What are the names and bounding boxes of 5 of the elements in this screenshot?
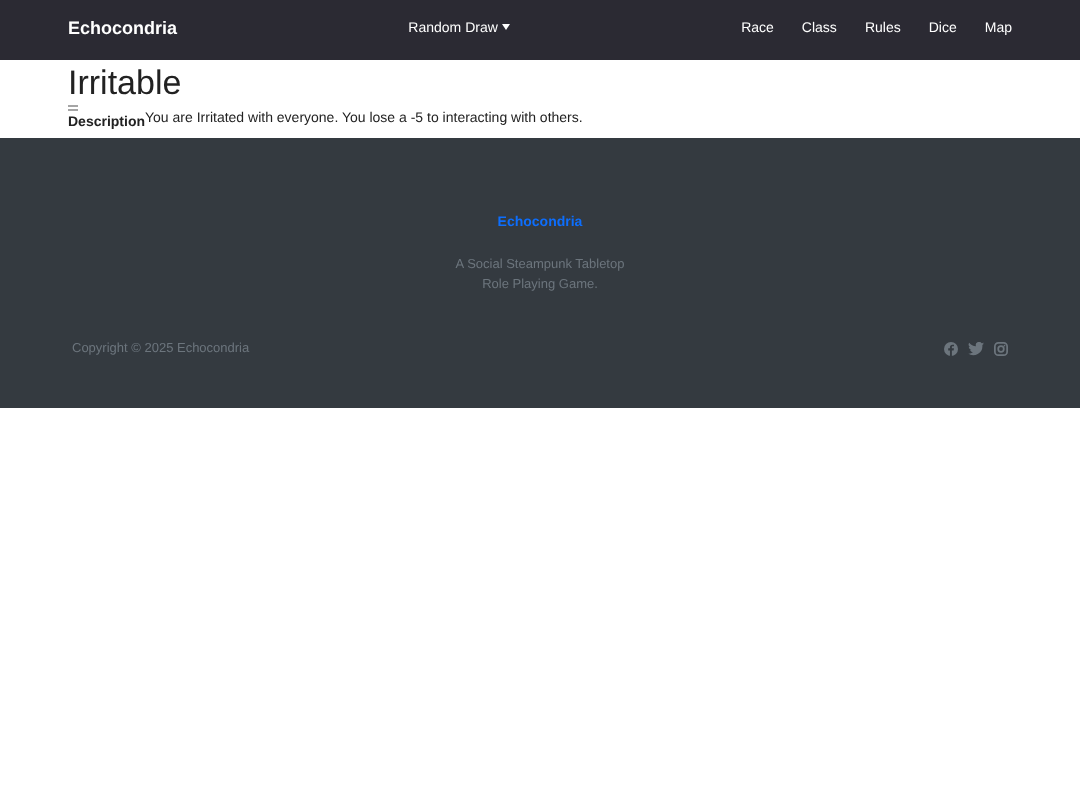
brand-link[interactable]: Echocondria xyxy=(68,16,178,44)
page-title: Irritable xyxy=(68,66,184,100)
facebook-icon[interactable] xyxy=(944,342,958,357)
twitter-icon[interactable] xyxy=(968,342,984,357)
instagram-icon[interactable] xyxy=(994,342,1008,357)
